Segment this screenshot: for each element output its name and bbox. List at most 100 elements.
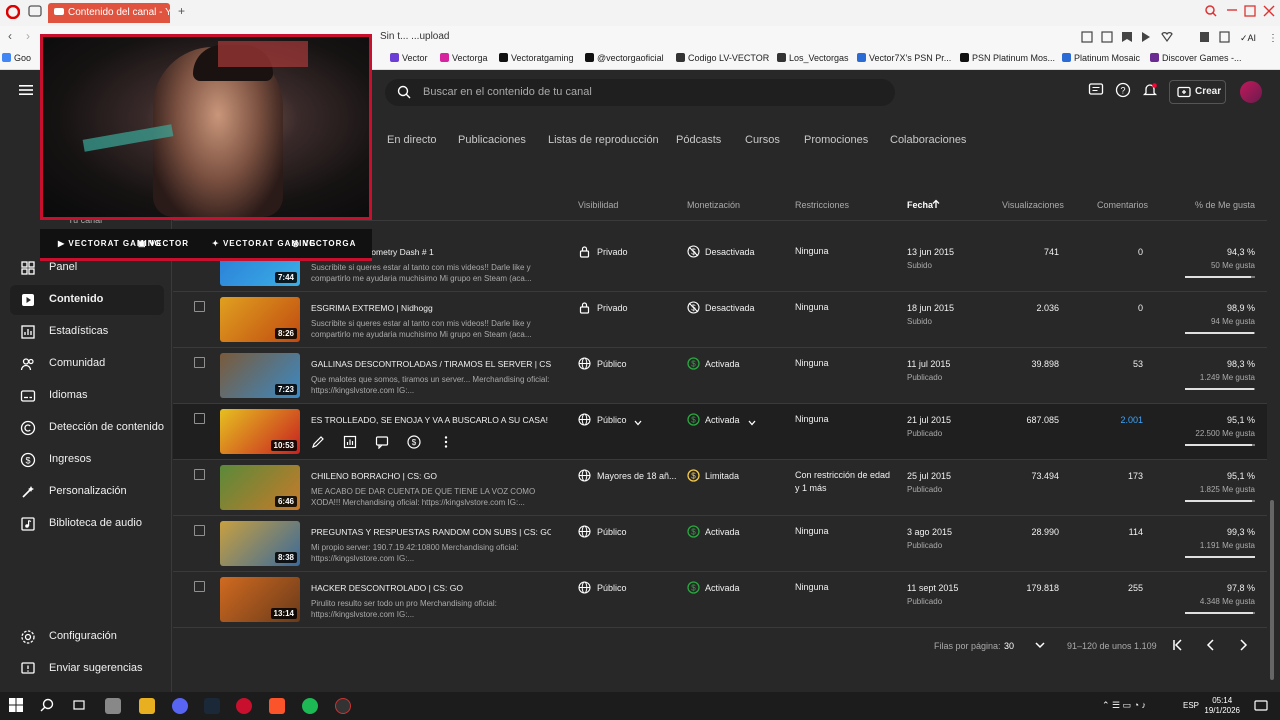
channel-search-box[interactable]: Buscar en el contenido de tu canal bbox=[385, 79, 895, 106]
monetization-value[interactable]: Activada bbox=[705, 415, 740, 425]
language-indicator[interactable]: ESP bbox=[1183, 701, 1199, 710]
earn-dollar-icon[interactable]: $ bbox=[407, 435, 421, 449]
forward-icon[interactable]: › bbox=[26, 29, 30, 43]
tab-4[interactable]: Cursos bbox=[745, 134, 780, 146]
tab-2[interactable]: Listas de reproducción bbox=[548, 134, 659, 146]
sidebar-item-feedback[interactable]: Enviar sugerencias bbox=[10, 654, 164, 684]
previous-page-icon[interactable] bbox=[1204, 638, 1218, 654]
scrollbar-thumb[interactable] bbox=[1270, 500, 1274, 680]
video-title[interactable]: ESGRIMA EXTREMO | Nidhogg bbox=[311, 303, 551, 313]
maximize-icon[interactable] bbox=[1244, 5, 1256, 20]
search-icon[interactable] bbox=[40, 698, 56, 714]
row-checkbox[interactable] bbox=[194, 581, 205, 592]
bookmark-item[interactable]: @vectorgaoficial bbox=[585, 53, 664, 63]
col-date[interactable]: Fecha bbox=[907, 200, 933, 210]
system-clock[interactable]: 05:14 19/1/2026 bbox=[1204, 696, 1240, 716]
help-icon[interactable]: ? bbox=[1115, 82, 1135, 102]
sidebar-item-deteccion-de-contenido[interactable]: Detección de contenido bbox=[10, 413, 164, 443]
visibility-value[interactable]: Público bbox=[597, 415, 627, 425]
row-checkbox[interactable] bbox=[194, 357, 205, 368]
create-button[interactable]: Crear bbox=[1169, 80, 1226, 104]
bookmark-item[interactable]: Discover Games -... bbox=[1150, 53, 1242, 63]
bookmark-item[interactable]: Codigo LV-VECTOR bbox=[676, 53, 769, 63]
minimize-icon[interactable] bbox=[1226, 4, 1238, 19]
row-checkbox[interactable] bbox=[194, 413, 205, 424]
bookmark-item[interactable]: Vector7X's PSN Pr... bbox=[857, 53, 951, 63]
tab-6[interactable]: Colaboraciones bbox=[890, 134, 966, 146]
obs-icon[interactable] bbox=[335, 698, 351, 714]
account-avatar[interactable] bbox=[1240, 81, 1262, 103]
new-tab-icon[interactable]: + bbox=[178, 4, 185, 18]
comments-value[interactable]: 2.001 bbox=[1043, 415, 1143, 425]
video-thumbnail[interactable]: 8:26 bbox=[220, 297, 300, 342]
video-title[interactable]: HACKER DESCONTROLADO | CS: GO bbox=[311, 583, 551, 593]
sidebar-item-contenido[interactable]: Contenido bbox=[10, 285, 164, 315]
sidebar-item-comunidad[interactable]: Comunidad bbox=[10, 349, 164, 379]
col-likes[interactable]: % de Me gusta bbox=[1195, 200, 1255, 210]
col-monetization[interactable]: Monetización bbox=[687, 200, 740, 210]
video-thumbnail[interactable]: 7:23 bbox=[220, 353, 300, 398]
table-row[interactable]: 7:23 GALLINAS DESCONTROLADAS / TIRAMOS EL… bbox=[173, 348, 1267, 404]
bookmark-item[interactable]: Los_Vectorgas bbox=[777, 53, 849, 63]
table-row[interactable]: 6:46 CHILENO BORRACHO | CS: GO ME ACABO DE… bbox=[173, 460, 1267, 516]
close-window-icon[interactable] bbox=[1263, 5, 1275, 20]
bookmark-item[interactable]: Platinum Mosaic bbox=[1062, 53, 1140, 63]
video-title[interactable]: ES TROLLEADO, SE ENOJA Y VA A BUSCARLO A… bbox=[311, 415, 551, 425]
app-icon[interactable] bbox=[105, 698, 121, 714]
analytics-icon[interactable] bbox=[343, 435, 357, 449]
table-row[interactable]: 13:14 HACKER DESCONTROLADO | CS: GO Piruli… bbox=[173, 572, 1267, 628]
video-title[interactable]: CHILENO BORRACHO | CS: GO bbox=[311, 471, 551, 481]
bookmark-item[interactable]: Vector bbox=[390, 53, 428, 63]
comments-icon[interactable] bbox=[375, 435, 389, 449]
video-title[interactable]: PREGUNTAS Y RESPUESTAS RANDOM CON SUBS |… bbox=[311, 527, 551, 537]
sidebar-item-ingresos[interactable]: $ Ingresos bbox=[10, 445, 164, 475]
browser-tab-active[interactable]: Contenido del canal - YouT bbox=[48, 3, 170, 23]
spotify-icon[interactable] bbox=[302, 698, 318, 714]
sidebar-item-biblioteca-de-audio[interactable]: Biblioteca de audio bbox=[10, 509, 164, 539]
table-row[interactable]: 8:26 ESGRIMA EXTREMO | Nidhogg Suscribite … bbox=[173, 292, 1267, 348]
bookmark-item[interactable]: Vectoratgaming bbox=[499, 53, 574, 63]
sort-ascending-icon[interactable] bbox=[931, 199, 941, 211]
back-icon[interactable]: ‹ bbox=[8, 29, 12, 43]
windows-start-icon[interactable] bbox=[9, 698, 25, 714]
row-checkbox[interactable] bbox=[194, 301, 205, 312]
table-row[interactable]: 10:53 ES TROLLEADO, SE ENOJA Y VA A BUSCA… bbox=[173, 404, 1267, 460]
file-explorer-icon[interactable] bbox=[139, 698, 155, 714]
url-text[interactable]: Sin t... ...upload bbox=[380, 31, 450, 42]
task-view-icon[interactable] bbox=[72, 698, 88, 714]
tray-icons[interactable]: ⌃ ☰ ▭ ◔ ♪ bbox=[1102, 700, 1146, 711]
chevron-down-icon[interactable] bbox=[633, 415, 643, 433]
rows-per-page-select[interactable]: 30 bbox=[1004, 641, 1014, 651]
col-visibility[interactable]: Visibilidad bbox=[578, 200, 618, 210]
bookmark-item[interactable]: Vectorga bbox=[440, 53, 488, 63]
table-row[interactable]: 8:38 PREGUNTAS Y RESPUESTAS RANDOM CON SU… bbox=[173, 516, 1267, 572]
bookmark-item[interactable]: Goo bbox=[2, 53, 31, 63]
sidebar-item-personalizacion[interactable]: Personalización bbox=[10, 477, 164, 507]
notifications-bell-icon[interactable] bbox=[1142, 82, 1162, 102]
col-views[interactable]: Visualizaciones bbox=[1002, 200, 1064, 210]
tab-0[interactable]: En directo bbox=[387, 134, 437, 146]
video-thumbnail[interactable]: 8:38 bbox=[220, 521, 300, 566]
more-options-icon[interactable] bbox=[439, 435, 453, 449]
row-checkbox[interactable] bbox=[194, 469, 205, 480]
tab-5[interactable]: Promociones bbox=[804, 134, 868, 146]
feedback-icon[interactable] bbox=[1088, 82, 1108, 102]
tab-manager-icon[interactable] bbox=[28, 5, 42, 20]
video-thumbnail[interactable]: 10:53 bbox=[220, 409, 300, 454]
steam-icon[interactable] bbox=[204, 698, 220, 714]
sidebar-item-estadisticas[interactable]: Estadísticas bbox=[10, 317, 164, 347]
notification-center-icon[interactable] bbox=[1254, 699, 1268, 718]
next-page-icon[interactable] bbox=[1236, 638, 1250, 654]
col-restrictions[interactable]: Restricciones bbox=[795, 200, 849, 210]
first-page-icon[interactable] bbox=[1171, 638, 1185, 654]
video-title[interactable]: GALLINAS DESCONTROLADAS / TIRAMOS EL SER… bbox=[311, 359, 551, 369]
video-thumbnail[interactable]: 13:14 bbox=[220, 577, 300, 622]
search-tabs-icon[interactable] bbox=[1204, 4, 1218, 21]
menu-icon[interactable] bbox=[18, 82, 38, 102]
sidebar-item-settings[interactable]: Configuración bbox=[10, 622, 164, 652]
sidebar-item-idiomas[interactable]: Idiomas bbox=[10, 381, 164, 411]
opera-logo-icon[interactable] bbox=[5, 4, 21, 22]
tab-3[interactable]: Pódcasts bbox=[676, 134, 721, 146]
discord-icon[interactable] bbox=[172, 698, 188, 714]
col-comments[interactable]: Comentarios bbox=[1097, 200, 1148, 210]
